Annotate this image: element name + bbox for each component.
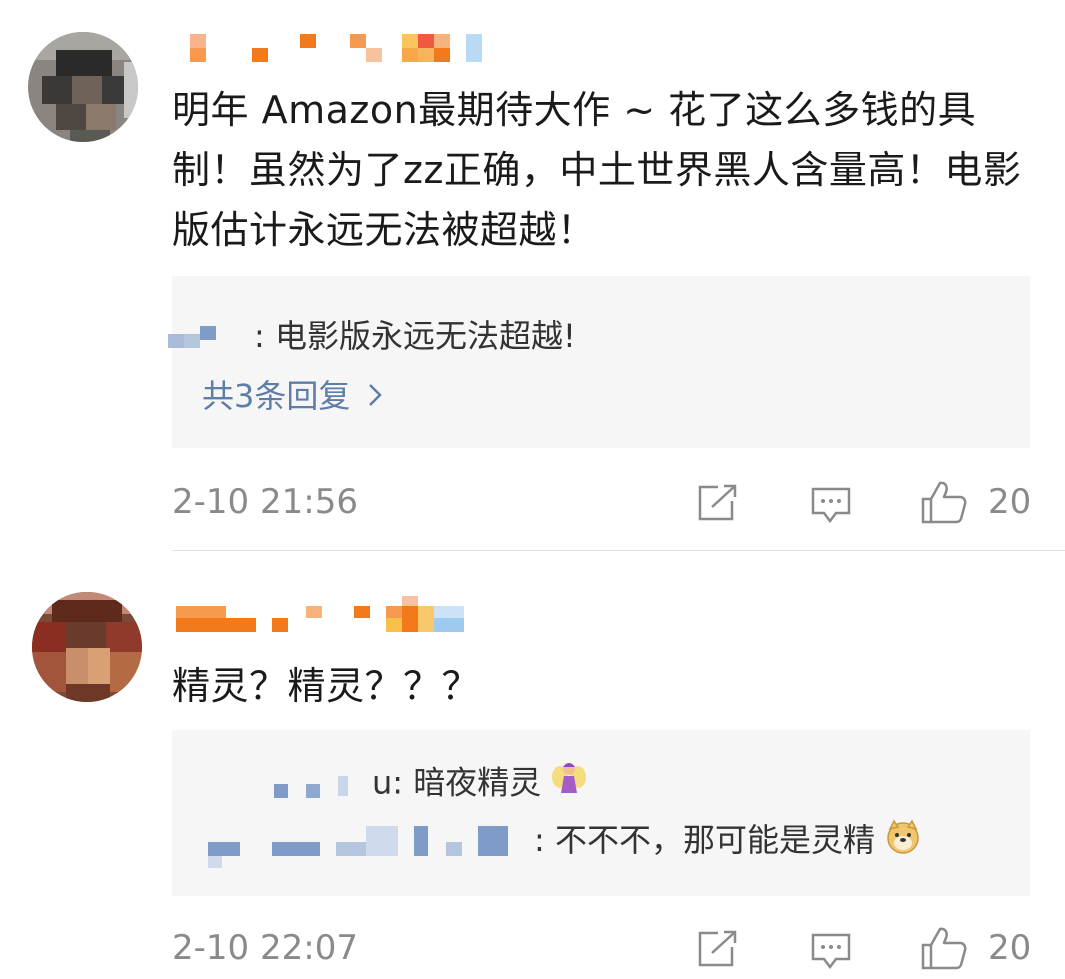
reply-text: : 电影版永远无法超越! bbox=[254, 317, 576, 355]
avatar[interactable] bbox=[28, 32, 138, 142]
like-count: 20 bbox=[988, 928, 1032, 968]
thumbs-up-icon bbox=[921, 481, 967, 524]
more-replies-label: 共3条回复 bbox=[202, 377, 351, 415]
avatar[interactable] bbox=[32, 592, 142, 702]
username[interactable] bbox=[190, 32, 500, 64]
share-button[interactable] bbox=[696, 484, 738, 526]
reply-item[interactable]: u: 暗夜精灵 bbox=[274, 760, 587, 809]
share-icon bbox=[698, 930, 737, 967]
comment-text: 明年 Amazon最期待大作 ~ 花了这么多钱的具制！虽然为了zz正确，中土世界… bbox=[172, 88, 1022, 252]
chevron-right-icon bbox=[368, 374, 383, 418]
thumbs-up-icon bbox=[921, 927, 967, 970]
like-count: 20 bbox=[988, 482, 1032, 522]
reply-text: : 不不不，那可能是灵精 bbox=[534, 821, 875, 859]
fairy-emoji bbox=[551, 760, 587, 809]
reply-item[interactable]: : 电影版永远无法超越! bbox=[168, 314, 576, 358]
reply-text: u: 暗夜精灵 bbox=[372, 763, 542, 802]
timestamp: 2-10 22:07 bbox=[172, 928, 358, 968]
comment-item: 精灵？精灵？？？ u: 暗夜精灵: 不不不，那可能是灵精 2-10 22:07… bbox=[0, 552, 1065, 979]
divider bbox=[172, 550, 1065, 551]
reply-box[interactable]: u: 暗夜精灵 : 不不不，那可能是灵精 bbox=[172, 730, 1030, 896]
reply-item[interactable]: : 不不不，那可能是灵精 bbox=[208, 818, 921, 868]
share-button[interactable] bbox=[696, 930, 738, 972]
comment-button[interactable] bbox=[810, 932, 852, 974]
like-button[interactable] bbox=[920, 926, 968, 974]
share-icon bbox=[698, 484, 737, 521]
reply-box[interactable]: : 电影版永远无法超越! 共3条回复 bbox=[168, 276, 1030, 448]
comment-item: 明年 Amazon最期待大作 ~ 花了这么多钱的具制！虽然为了zz正确，中土世界… bbox=[0, 0, 1065, 552]
username[interactable] bbox=[176, 596, 486, 634]
timestamp: 2-10 21:56 bbox=[172, 482, 358, 522]
more-replies-link[interactable]: 共3条回复 bbox=[202, 374, 383, 418]
comment-button[interactable] bbox=[810, 486, 852, 528]
doge-emoji bbox=[885, 819, 921, 866]
comment-text: 精灵？精灵？？？ bbox=[172, 664, 481, 708]
comment-icon bbox=[811, 933, 851, 970]
like-button[interactable] bbox=[920, 480, 968, 528]
comment-icon bbox=[811, 487, 851, 524]
